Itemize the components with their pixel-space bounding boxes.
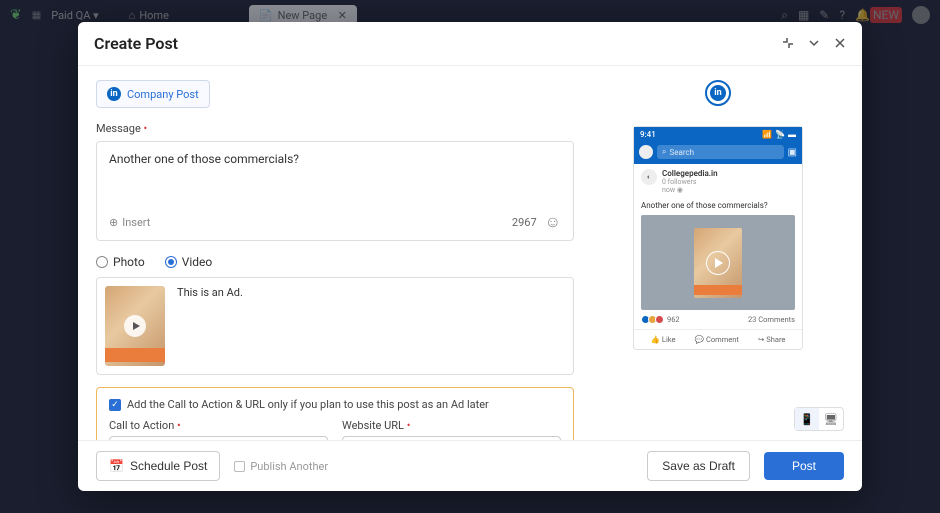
tab-home[interactable]: ⌂ Home [129,9,169,22]
user-avatar[interactable] [912,6,930,24]
preview-user-avatar [639,145,653,159]
phone-search-bar: ⌕ Search ▣ [634,142,802,164]
preview-search-input: ⌕ Search [657,145,784,159]
message-box: ⊕ Insert 2967 ☺ [96,141,574,241]
modal-header: Create Post [78,22,862,66]
channel-indicator[interactable]: in [705,80,731,106]
company-post-label: Company Post [127,88,199,101]
collapse-icon[interactable] [808,34,820,53]
modal-footer: 📅 Schedule Post Publish Another Save as … [78,440,862,491]
company-post-button[interactable]: in Company Post [96,80,210,108]
preview-share: ↪ Share [758,335,785,344]
url-field-label: Website URL • [342,419,561,432]
preview-page-name: Collegepedia.in [662,169,718,178]
preview-like: 👍 Like [651,335,676,344]
preview-comment: 💬 Comment [695,335,739,344]
video-thumbnail[interactable] [105,286,165,366]
desktop-preview-button[interactable]: 🖥 [819,408,843,430]
preview-time: 9:41 [640,130,656,139]
linkedin-icon: in [710,85,726,101]
workspace-selector[interactable]: Paid QA ▾ [51,9,98,22]
save-draft-button[interactable]: Save as Draft [647,451,750,481]
preview-reactions: 962 23 Comments [634,310,802,329]
preview-video [641,215,795,310]
message-label: Message • [96,122,574,135]
preview-action-bar: 👍 Like 💬 Comment ↪ Share [634,329,802,349]
device-toggle: 📱 🖥 [794,407,844,431]
signal-icon: 📶 [762,130,772,139]
emoji-icon[interactable]: ☺ [545,212,561,232]
search-icon[interactable]: ⌕ [781,8,788,23]
play-icon [706,251,730,275]
create-post-modal: Create Post in Company Post Message • ⊕ … [78,22,862,491]
cta-checkbox-label: Add the Call to Action & URL only if you… [127,398,489,411]
message-input[interactable] [109,152,561,204]
preview-body-text: Another one of those commercials? [634,199,802,215]
minimize-icon[interactable] [782,34,794,53]
calendar-icon[interactable]: ▦ [798,8,809,22]
compose-panel: in Company Post Message • ⊕ Insert 2967 … [78,66,592,440]
phone-statusbar: 9:41 📶📡▬ [634,127,802,142]
battery-icon: ▬ [788,130,796,139]
radio-video[interactable]: Video [165,255,213,269]
edit-icon[interactable]: ✎ [819,8,829,22]
modal-title: Create Post [94,34,782,53]
schedule-post-button[interactable]: 📅 Schedule Post [96,451,220,481]
mobile-preview: 9:41 📶📡▬ ⌕ Search ▣ ◐ Collegepedia.in 0 … [633,126,803,350]
cta-field-label: Call to Action • [109,419,328,432]
preview-post-header: ◐ Collegepedia.in 0 followers now ◉ [634,164,802,199]
publish-another-checkbox[interactable]: Publish Another [234,460,328,473]
messages-icon: ▣ [788,147,797,158]
media-type-radios: Photo Video [96,255,574,269]
post-button[interactable]: Post [764,452,844,480]
preview-page-logo: ◐ [641,169,657,185]
play-icon [124,315,146,337]
insert-button[interactable]: ⊕ Insert [109,216,150,229]
logo-leaf-icon: ❦ [10,7,22,23]
mobile-preview-button[interactable]: 📱 [795,408,819,430]
preview-reaction-count: 962 [667,315,680,324]
preview-followers: 0 followers [662,178,718,186]
wifi-icon: 📡 [775,130,785,139]
apps-grid-icon: ▦ [32,10,41,21]
preview-time-dot: now ◉ [662,186,718,194]
close-icon[interactable] [834,34,846,53]
notification-icon[interactable]: 🔔NEW [855,8,902,22]
char-count: 2967 [512,216,537,229]
media-attachment: This is an Ad. [96,277,574,375]
preview-panel: in 9:41 📶📡▬ ⌕ Search ▣ ◐ Collegepedia.in… [592,66,862,440]
radio-photo[interactable]: Photo [96,255,145,269]
cta-checkbox[interactable]: ✓ [109,399,121,411]
preview-comments-count: 23 Comments [748,315,795,324]
cta-section: ✓ Add the Call to Action & URL only if y… [96,387,574,440]
linkedin-icon: in [107,87,121,101]
help-icon[interactable]: ? [839,8,845,22]
media-description: This is an Ad. [177,286,243,366]
